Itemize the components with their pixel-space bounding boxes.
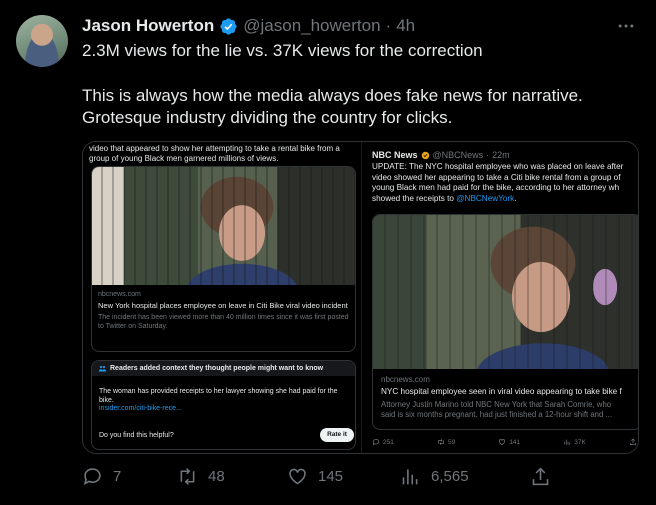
community-note-body: The woman has provided receipts to her l…: [99, 388, 338, 404]
retweet-icon: [180, 468, 195, 485]
like-button[interactable]: 145: [287, 466, 343, 487]
heart-icon: [289, 468, 306, 485]
left-screenshot: video that appeared to show her attempti…: [84, 142, 356, 453]
tweet-text-line: 2.3M views for the lie vs. 37K views for…: [82, 41, 483, 60]
community-notes-icon: [98, 365, 107, 372]
action-bar: 7 48 145 6,565: [82, 466, 557, 490]
right-header: NBC News @NBCNews · 22m: [372, 150, 510, 160]
left-caption: video that appeared to show her attempti…: [89, 144, 340, 163]
community-note-header: Readers added context they thought peopl…: [92, 361, 355, 376]
retweet-count: 48: [208, 468, 225, 485]
verified-badge-icon: [220, 17, 237, 35]
left-link-card: nbcnews.com New York hospital places emp…: [91, 166, 356, 352]
right-author-name: NBC News: [372, 150, 418, 160]
share-button[interactable]: [530, 466, 551, 487]
left-link-title: New York hospital places employee on lea…: [98, 301, 348, 310]
community-note-header-text: Readers added context they thought peopl…: [110, 365, 324, 372]
right-text-line: showed the receipts to @NBCNewYork.: [372, 193, 517, 203]
community-note-link: insider.com/citi-bike-rece...: [99, 405, 182, 412]
left-link-description: The incident has been viewed more than 4…: [98, 314, 349, 330]
reply-count: 7: [113, 468, 122, 485]
right-link-source: nbcnews.com: [381, 375, 430, 384]
right-link-card: nbcnews.com NYC hospital employee seen i…: [372, 214, 638, 430]
retweet-button[interactable]: 48: [177, 466, 225, 487]
community-note-question: Do you find this helpful?: [99, 432, 174, 439]
right-text-line: video showed her appearing to take a Cit…: [372, 172, 621, 182]
right-action-bar: 251 59 141 37K: [372, 438, 637, 446]
separator-dot: ·: [385, 16, 392, 35]
heart-icon: [499, 439, 506, 446]
more-options-icon[interactable]: [616, 16, 636, 36]
avatar[interactable]: [16, 15, 68, 67]
left-link-image: [92, 167, 355, 285]
tweet-text: 2.3M views for the lie vs. 37K views for…: [82, 40, 642, 130]
share-icon: [532, 467, 549, 486]
tweet-text-line: This is always how the media always does…: [82, 85, 583, 105]
right-views-stat: 37K: [563, 438, 586, 446]
views-count: 6,565: [431, 468, 469, 485]
separator-dot: ·: [486, 150, 490, 160]
right-retweet-stat: 59: [437, 438, 455, 446]
community-note: Readers added context they thought peopl…: [91, 360, 356, 450]
right-tweet-text: UPDATE: The NYC hospital employee who wa…: [372, 162, 638, 204]
verified-badge-icon: [421, 151, 429, 159]
right-text-line: UPDATE: The NYC hospital employee who wa…: [372, 162, 624, 171]
author-handle[interactable]: @jason_howerton: [243, 16, 380, 36]
right-author-handle: @NBCNews: [432, 150, 484, 160]
share-icon: [629, 438, 637, 446]
tweet-time[interactable]: 4h: [396, 16, 415, 36]
tweet[interactable]: Jason Howerton @jason_howerton · 4h 2.3M…: [0, 0, 656, 505]
right-share: [629, 438, 637, 446]
right-link-title: NYC hospital employee seen in viral vide…: [381, 387, 622, 396]
reply-button[interactable]: 7: [82, 466, 121, 487]
reply-icon: [83, 468, 101, 486]
right-link-image: [373, 215, 638, 369]
attached-image[interactable]: video that appeared to show her attempti…: [82, 141, 639, 454]
right-reply-stat: 251: [372, 438, 394, 446]
right-text-line: young Black men had paid for the bike, a…: [372, 183, 620, 193]
mention-link: @NBCNewYork: [456, 193, 515, 203]
views-icon: [402, 469, 418, 485]
right-time: 22m: [492, 150, 510, 160]
left-link-source: nbcnews.com: [98, 291, 141, 298]
like-count: 145: [318, 468, 344, 485]
reply-icon: [372, 438, 379, 446]
tweet-text-line: Grotesque industry dividing the country …: [82, 108, 453, 127]
views-icon: [564, 439, 571, 445]
rate-it-button: Rate it: [320, 428, 354, 442]
right-screenshot: NBC News @NBCNews · 22m UPDATE: The NYC …: [361, 142, 638, 453]
tweet-header: Jason Howerton @jason_howerton · 4h: [82, 15, 415, 37]
retweet-icon: [438, 439, 444, 445]
views-button[interactable]: 6,565: [400, 466, 469, 487]
right-like-stat: 141: [498, 438, 520, 446]
author-name[interactable]: Jason Howerton: [82, 16, 214, 36]
right-link-description: Attorney Justin Marino told NBC New York…: [381, 400, 613, 419]
